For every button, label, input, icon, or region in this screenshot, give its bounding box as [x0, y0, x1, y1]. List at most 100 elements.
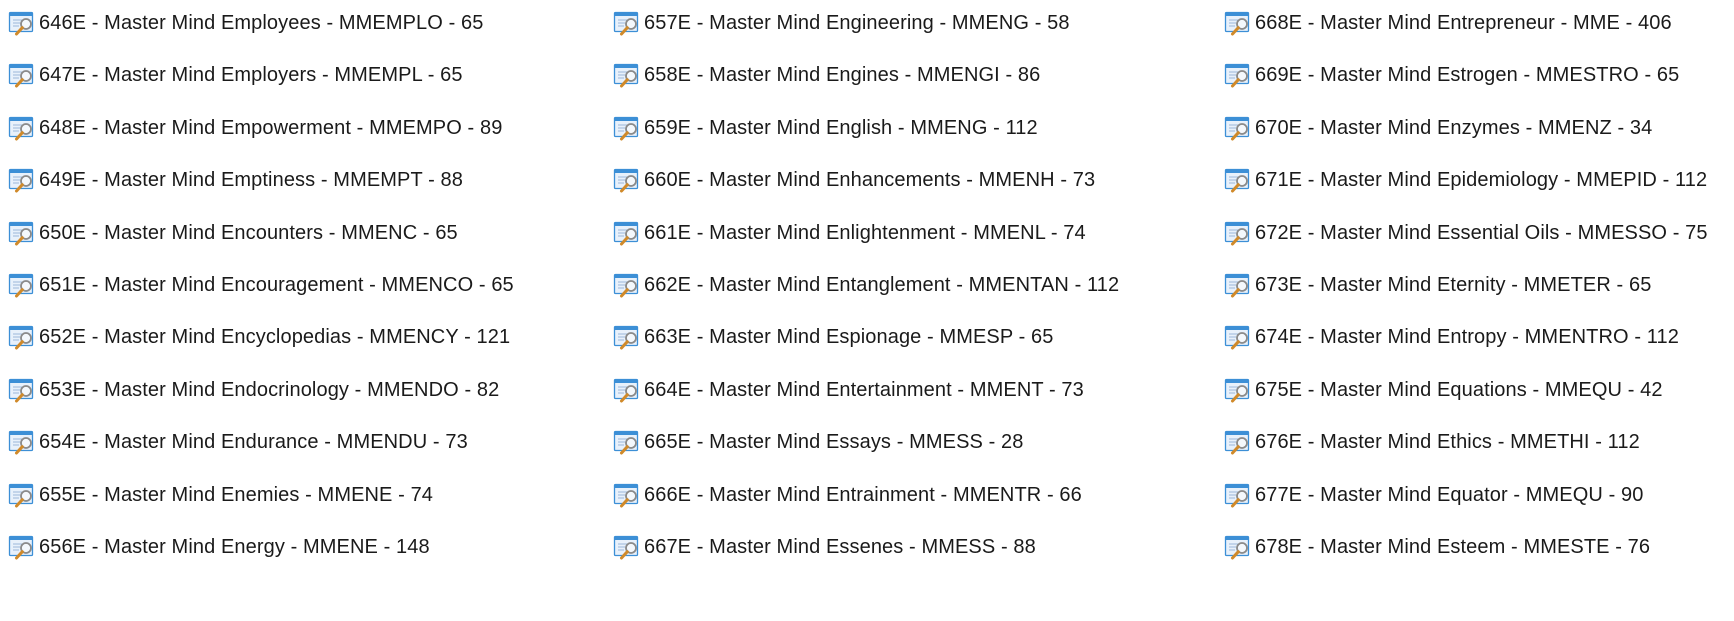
search-results-file-icon: [613, 271, 641, 299]
file-name: 651E - Master Mind Encouragement - MMENC…: [39, 274, 514, 296]
search-results-file-icon: [8, 481, 36, 509]
search-results-file-icon: [1224, 533, 1252, 561]
search-results-file-icon: [8, 271, 36, 299]
search-results-file-icon: [1224, 166, 1252, 194]
file-name: 666E - Master Mind Entrainment - MMENTR …: [644, 483, 1082, 506]
search-results-file-icon: [1224, 271, 1252, 299]
file-name: 660E - Master Mind Enhancements - MMENH …: [644, 169, 1096, 192]
file-item[interactable]: 660E - Master Mind Enhancements - MMENH …: [613, 165, 1095, 195]
search-results-file-icon: [613, 428, 641, 456]
search-results-file-icon: [8, 61, 36, 89]
search-results-file-icon: [1224, 61, 1252, 89]
file-item[interactable]: 658E - Master Mind Engines - MMENGI - 86: [613, 60, 1040, 90]
file-item[interactable]: 675E - Master Mind Equations - MMEQU - 4…: [1224, 375, 1663, 405]
search-results-file-icon: [8, 376, 36, 404]
file-name: 671E - Master Mind Epidemiology - MMEPID…: [1255, 169, 1708, 192]
file-item[interactable]: 671E - Master Mind Epidemiology - MMEPID…: [1224, 165, 1707, 195]
search-results-file-icon: [8, 428, 36, 456]
file-name: 672E - Master Mind Essential Oils - MMES…: [1255, 221, 1708, 244]
file-name: 677E - Master Mind Equator - MMEQU - 90: [1255, 483, 1644, 506]
file-name: 658E - Master Mind Engines - MMENGI - 86: [644, 64, 1041, 87]
file-name: 649E - Master Mind Emptiness - MMEMPT - …: [39, 169, 463, 192]
file-item[interactable]: 664E - Master Mind Entertainment - MMENT…: [613, 375, 1084, 405]
file-name: 652E - Master Mind Encyclopedias - MMENC…: [39, 326, 511, 349]
search-results-file-icon: [613, 9, 641, 37]
file-name: 668E - Master Mind Entrepreneur - MME - …: [1255, 12, 1672, 34]
file-item[interactable]: 650E - Master Mind Encounters - MMENC - …: [8, 218, 458, 248]
file-name: 662E - Master Mind Entanglement - MMENTA…: [644, 274, 1120, 296]
file-name: 664E - Master Mind Entertainment - MMENT…: [644, 378, 1084, 401]
file-name: 675E - Master Mind Equations - MMEQU - 4…: [1255, 378, 1663, 401]
file-name: 657E - Master Mind Engineering - MMENG -…: [644, 12, 1070, 34]
file-name: 650E - Master Mind Encounters - MMENC - …: [39, 221, 458, 244]
search-results-file-icon: [1224, 9, 1252, 37]
file-name: 665E - Master Mind Essays - MMESS - 28: [644, 431, 1024, 454]
file-item[interactable]: 672E - Master Mind Essential Oils - MMES…: [1224, 218, 1708, 248]
file-name: 676E - Master Mind Ethics - MMETHI - 112: [1255, 431, 1640, 454]
search-results-file-icon: [613, 61, 641, 89]
search-results-file-icon: [8, 323, 36, 351]
search-results-file-icon: [8, 114, 36, 142]
file-item[interactable]: 668E - Master Mind Entrepreneur - MME - …: [1224, 8, 1672, 38]
search-results-file-icon: [613, 481, 641, 509]
search-results-file-icon: [613, 533, 641, 561]
file-item[interactable]: 673E - Master Mind Eternity - MMETER - 6…: [1224, 270, 1651, 300]
file-name: 661E - Master Mind Enlightenment - MMENL…: [644, 221, 1086, 244]
search-results-file-icon: [613, 219, 641, 247]
file-name: 678E - Master Mind Esteem - MMESTE - 76: [1255, 536, 1651, 558]
file-item[interactable]: 648E - Master Mind Empowerment - MMEMPO …: [8, 113, 502, 143]
file-item[interactable]: 677E - Master Mind Equator - MMEQU - 90: [1224, 480, 1643, 510]
search-results-file-icon: [1224, 114, 1252, 142]
file-name: 659E - Master Mind English - MMENG - 112: [644, 116, 1038, 139]
file-item[interactable]: 662E - Master Mind Entanglement - MMENTA…: [613, 270, 1119, 300]
file-item[interactable]: 674E - Master Mind Entropy - MMENTRO - 1…: [1224, 322, 1679, 352]
file-name: 648E - Master Mind Empowerment - MMEMPO …: [39, 116, 503, 139]
file-name: 663E - Master Mind Espionage - MMESP - 6…: [644, 326, 1054, 349]
search-results-file-icon: [1224, 428, 1252, 456]
file-item[interactable]: 669E - Master Mind Estrogen - MMESTRO - …: [1224, 60, 1679, 90]
file-item[interactable]: 667E - Master Mind Essenes - MMESS - 88: [613, 532, 1036, 562]
search-results-file-icon: [613, 323, 641, 351]
search-results-file-icon: [1224, 219, 1252, 247]
file-item[interactable]: 665E - Master Mind Essays - MMESS - 28: [613, 427, 1023, 457]
file-name: 673E - Master Mind Eternity - MMETER - 6…: [1255, 274, 1652, 296]
file-name: 655E - Master Mind Enemies - MMENE - 74: [39, 483, 434, 506]
search-results-file-icon: [613, 114, 641, 142]
file-item[interactable]: 653E - Master Mind Endocrinology - MMEND…: [8, 375, 499, 405]
search-results-file-icon: [1224, 323, 1252, 351]
file-name: 656E - Master Mind Energy - MMENE - 148: [39, 536, 430, 558]
file-item[interactable]: 663E - Master Mind Espionage - MMESP - 6…: [613, 322, 1053, 352]
file-name: 669E - Master Mind Estrogen - MMESTRO - …: [1255, 64, 1680, 87]
file-item[interactable]: 670E - Master Mind Enzymes - MMENZ - 34: [1224, 113, 1652, 143]
file-item[interactable]: 657E - Master Mind Engineering - MMENG -…: [613, 8, 1070, 38]
search-results-file-icon: [8, 166, 36, 194]
search-results-file-icon: [1224, 376, 1252, 404]
file-name: 647E - Master Mind Employers - MMEMPL - …: [39, 64, 463, 87]
file-item[interactable]: 676E - Master Mind Ethics - MMETHI - 112: [1224, 427, 1640, 457]
search-results-file-icon: [8, 533, 36, 561]
file-item[interactable]: 661E - Master Mind Enlightenment - MMENL…: [613, 218, 1086, 248]
file-item[interactable]: 654E - Master Mind Endurance - MMENDU - …: [8, 427, 468, 457]
search-results-file-icon: [613, 166, 641, 194]
search-results-file-icon: [613, 376, 641, 404]
file-item[interactable]: 649E - Master Mind Emptiness - MMEMPT - …: [8, 165, 463, 195]
file-item[interactable]: 656E - Master Mind Energy - MMENE - 148: [8, 532, 430, 562]
file-list: 646E - Master Mind Employees - MMEMPLO -…: [0, 0, 1734, 621]
file-name: 646E - Master Mind Employees - MMEMPLO -…: [39, 12, 484, 34]
file-name: 674E - Master Mind Entropy - MMENTRO - 1…: [1255, 326, 1679, 349]
file-item[interactable]: 659E - Master Mind English - MMENG - 112: [613, 113, 1038, 143]
search-results-file-icon: [8, 9, 36, 37]
file-item[interactable]: 666E - Master Mind Entrainment - MMENTR …: [613, 480, 1082, 510]
file-name: 654E - Master Mind Endurance - MMENDU - …: [39, 431, 468, 454]
file-item[interactable]: 647E - Master Mind Employers - MMEMPL - …: [8, 60, 463, 90]
search-results-file-icon: [1224, 481, 1252, 509]
file-item[interactable]: 655E - Master Mind Enemies - MMENE - 74: [8, 480, 433, 510]
file-item[interactable]: 652E - Master Mind Encyclopedias - MMENC…: [8, 322, 510, 352]
file-item[interactable]: 646E - Master Mind Employees - MMEMPLO -…: [8, 8, 483, 38]
file-name: 670E - Master Mind Enzymes - MMENZ - 34: [1255, 116, 1653, 139]
file-name: 653E - Master Mind Endocrinology - MMEND…: [39, 378, 500, 401]
file-item[interactable]: 678E - Master Mind Esteem - MMESTE - 76: [1224, 532, 1650, 562]
search-results-file-icon: [8, 219, 36, 247]
file-item[interactable]: 651E - Master Mind Encouragement - MMENC…: [8, 270, 514, 300]
file-name: 667E - Master Mind Essenes - MMESS - 88: [644, 536, 1036, 558]
